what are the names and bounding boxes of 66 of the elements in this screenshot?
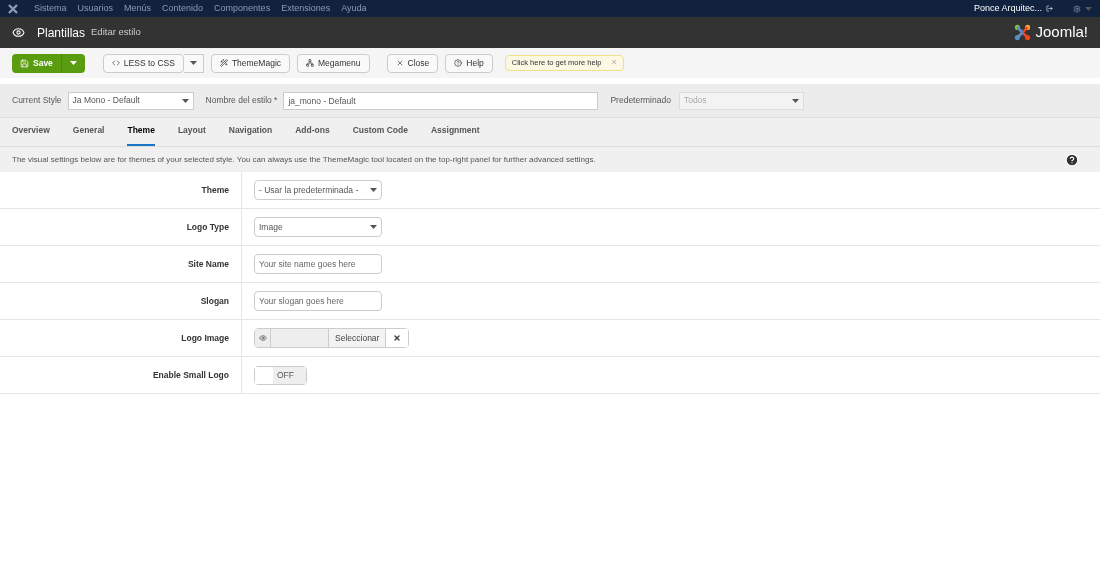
eye-icon [258, 334, 267, 342]
tab[interactable]: Layout [177, 124, 206, 146]
help-icon[interactable] [1065, 152, 1079, 167]
eye-icon [12, 26, 25, 39]
sitemap-icon [306, 59, 315, 67]
caret-icon [1085, 6, 1092, 11]
caret-icon [370, 225, 377, 229]
close-icon [395, 59, 404, 67]
toolbar-button[interactable]: Help [445, 53, 493, 73]
caret-icon [370, 188, 377, 192]
select-field[interactable]: Image [254, 217, 382, 237]
text-field[interactable]: Your site name goes here [254, 254, 382, 274]
caret-icon [189, 61, 197, 65]
joomla-icon[interactable] [8, 3, 18, 14]
tab[interactable]: Assignment [430, 124, 480, 146]
page-title: Plantillas [37, 24, 86, 42]
toolbar-button[interactable]: LESS to CSS [102, 53, 184, 73]
field-label: Current Style [12, 94, 62, 107]
logout-icon[interactable] [1046, 5, 1053, 12]
toolbar-button[interactable]: Close [386, 53, 439, 73]
save-dropdown-button[interactable] [60, 53, 85, 73]
menu-item[interactable]: Menús [124, 1, 152, 16]
toolbar-button[interactable]: ThemeMagic [210, 53, 291, 73]
tab[interactable]: Overview [12, 124, 50, 146]
caret-icon [181, 98, 189, 103]
menu-item[interactable]: Extensiones [281, 1, 331, 16]
field-label: Predeterminado [610, 94, 671, 107]
info-text: The visual settings below are for themes of your selected style. You can always use the ThemeMagic tool located on the top-right panel for further advanced settings. [12, 153, 596, 166]
field-label: Slogan [200, 294, 229, 308]
joomla-logo-icon [1014, 24, 1032, 41]
menu-item[interactable]: Ayuda [341, 1, 367, 16]
tab[interactable]: Navigation [228, 124, 273, 146]
menu-item[interactable]: Contenido [162, 1, 204, 16]
field-label: Logo Type [186, 220, 229, 234]
tab[interactable]: Add-ons [295, 124, 330, 146]
close-icon [393, 334, 402, 342]
page-subtitle: Editar estilo [91, 25, 141, 40]
field-label: Logo Image [181, 331, 229, 345]
tab[interactable]: Custom Code [352, 124, 408, 146]
save-icon [20, 58, 29, 68]
dropdown-button[interactable] [183, 53, 204, 73]
caret-icon [791, 98, 799, 103]
style-name-field[interactable]: ja_mono - Default [283, 91, 599, 110]
field-label: Theme [201, 183, 229, 197]
caret-icon [69, 61, 77, 65]
help-icon [454, 59, 463, 67]
user-name[interactable]: Ponce Arquitec... [973, 1, 1042, 16]
text-field[interactable]: Your slogan goes here [254, 291, 382, 311]
toolbar-button[interactable]: Megamenu [297, 53, 370, 73]
field-label: Site Name [187, 257, 229, 271]
field-label: Enable Small Logo [152, 368, 229, 382]
menu-item[interactable]: Usuarios [77, 1, 114, 16]
select-field[interactable]: - Usar la predeterminada - [254, 180, 382, 200]
image-path-field[interactable] [271, 329, 329, 347]
wand-icon [219, 59, 228, 67]
menu-item[interactable]: Sistema [34, 1, 67, 16]
preview-button[interactable] [255, 329, 271, 347]
field-label: Nombre del estilo * [205, 94, 278, 107]
settings-icon[interactable] [1073, 4, 1081, 13]
brand-name: Joomla! [1035, 22, 1088, 43]
menu-item[interactable]: Componentes [214, 1, 271, 16]
style-select[interactable]: Ja Mono - Default [67, 91, 194, 110]
select-image-button[interactable]: Seleccionar [329, 329, 387, 347]
tab[interactable]: General [72, 124, 105, 146]
toggle-switch[interactable]: OFF [254, 365, 307, 385]
code-icon [111, 59, 120, 67]
